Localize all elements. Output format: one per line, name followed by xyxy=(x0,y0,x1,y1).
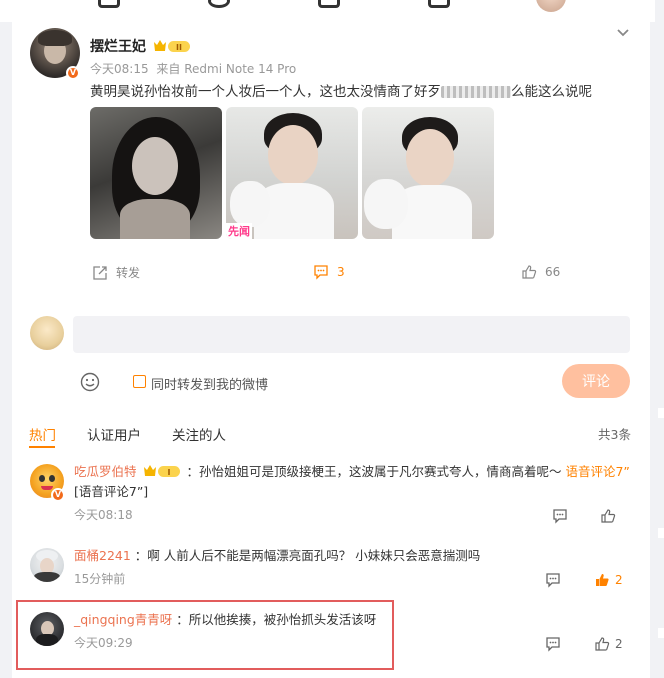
discover-icon[interactable] xyxy=(208,0,230,8)
submit-comment-button[interactable]: 评论 xyxy=(562,364,630,398)
comment-body: 面桶2241 ：啊 人前人后不能是两幅漂亮面孔吗？ 小妹妹只会恶意揣测吗 xyxy=(74,546,630,566)
comment-button[interactable]: 3 xyxy=(313,264,345,280)
post-text: 黄明昊说孙怡妆前一个人妆后一个人，这也太没情商了好歹 么能这么说呢 xyxy=(90,80,592,100)
post-text-main: 黄明昊说孙怡妆前一个人妆后一个人，这也太没情商了好歹 xyxy=(90,84,441,100)
comment-icon xyxy=(546,637,560,652)
thumb-up-filled-icon xyxy=(596,574,609,586)
comment-input[interactable] xyxy=(73,316,630,353)
comment-time: 今天08:18 xyxy=(74,508,133,522)
repost-button[interactable]: 转发 xyxy=(92,264,140,281)
like-button[interactable]: 66 xyxy=(521,264,560,280)
comment-username[interactable]: 吃瓜罗伯特 xyxy=(74,464,137,479)
repost-checkbox-label[interactable]: 同时转发到我的微博 xyxy=(151,374,268,393)
tab-verified-users[interactable]: 认证用户 xyxy=(87,424,141,444)
reply-button[interactable] xyxy=(545,636,561,652)
chevron-down-icon[interactable] xyxy=(616,26,630,40)
like-count: 66 xyxy=(545,265,561,279)
post-time[interactable]: 今天08:15 xyxy=(90,62,149,76)
thumb-up-icon xyxy=(601,509,616,523)
comment-text: ：孙怡姐姐可是顶级接梗王，这波属于凡尔赛式夸人，情商高着呢～ xyxy=(186,464,562,479)
tab-hot[interactable]: 热门 xyxy=(29,424,56,444)
comment-body: 吃瓜罗伯特 I ：孙怡姐姐可是顶级接梗王，这波属于凡尔赛式夸人，情商高着呢～ 语… xyxy=(74,462,630,502)
reply-button[interactable] xyxy=(545,572,561,588)
comment-like-button[interactable]: 2 xyxy=(594,572,623,588)
share-icon xyxy=(93,265,107,280)
tab-following[interactable]: 关注的人 xyxy=(172,424,226,444)
level-badge-text: I xyxy=(167,468,170,477)
my-avatar xyxy=(30,316,64,350)
scrollbar-segment[interactable] xyxy=(658,628,664,638)
comment-total: 共3条 xyxy=(598,427,631,442)
active-tab-underline xyxy=(29,446,55,448)
crown-level-icon: II xyxy=(154,40,190,52)
verified-badge-icon: V xyxy=(51,488,65,502)
comment-icon xyxy=(314,265,328,280)
comment-avatar[interactable] xyxy=(30,548,64,582)
comment-text-tail: [语音评论7”] xyxy=(74,484,149,499)
post-meta: 今天08:15 来自 Redmi Note 14 Pro xyxy=(90,60,296,77)
thumb-up-icon xyxy=(595,637,610,651)
repost-checkbox[interactable] xyxy=(133,375,146,388)
comment-like-count: 2 xyxy=(615,637,623,651)
comment-icon xyxy=(553,509,567,524)
home-icon[interactable] xyxy=(98,0,120,8)
verified-badge-icon: V xyxy=(66,66,80,80)
post-source: 来自 Redmi Note 14 Pro xyxy=(156,62,297,76)
repost-label: 转发 xyxy=(116,266,141,280)
comment-count: 3 xyxy=(337,265,345,279)
post-image-3[interactable] xyxy=(362,107,494,239)
thumb-up-icon xyxy=(522,265,537,279)
comment-like-button[interactable] xyxy=(600,508,621,524)
crown-level-icon: I xyxy=(143,465,180,477)
comment-icon xyxy=(546,573,560,588)
level-badge-text: II xyxy=(176,43,182,52)
post-image-2[interactable]: 先闻 xyxy=(226,107,358,239)
scrollbar-segment[interactable] xyxy=(658,408,664,418)
voice-comment-link[interactable]: 语音评论7” xyxy=(565,464,629,479)
user-avatar[interactable] xyxy=(536,0,566,12)
comment-username[interactable]: 面桶2241 xyxy=(74,548,131,563)
message-icon[interactable] xyxy=(428,0,450,8)
reply-button[interactable] xyxy=(552,508,568,524)
post-text-tail: 么能这么说呢 xyxy=(511,84,592,100)
comment-like-count: 2 xyxy=(615,573,623,587)
highlight-box xyxy=(16,600,394,670)
video-icon[interactable] xyxy=(318,0,340,8)
page-background-strip xyxy=(655,0,664,678)
comment-like-button[interactable]: 2 xyxy=(594,636,623,652)
comment-time: 15分钟前 xyxy=(74,572,126,586)
smiley-icon[interactable] xyxy=(80,372,100,392)
post-author-name[interactable]: 摆烂王妃 xyxy=(90,36,146,56)
top-nav-bar xyxy=(0,0,664,22)
image-watermark: 先闻 xyxy=(226,223,252,239)
blurred-text xyxy=(441,86,511,98)
comment-text: ：啊 人前人后不能是两幅漂亮面孔吗？ 小妹妹只会恶意揣测吗 xyxy=(134,548,481,563)
post-image-1[interactable] xyxy=(90,107,222,239)
scrollbar-segment[interactable] xyxy=(658,528,664,538)
